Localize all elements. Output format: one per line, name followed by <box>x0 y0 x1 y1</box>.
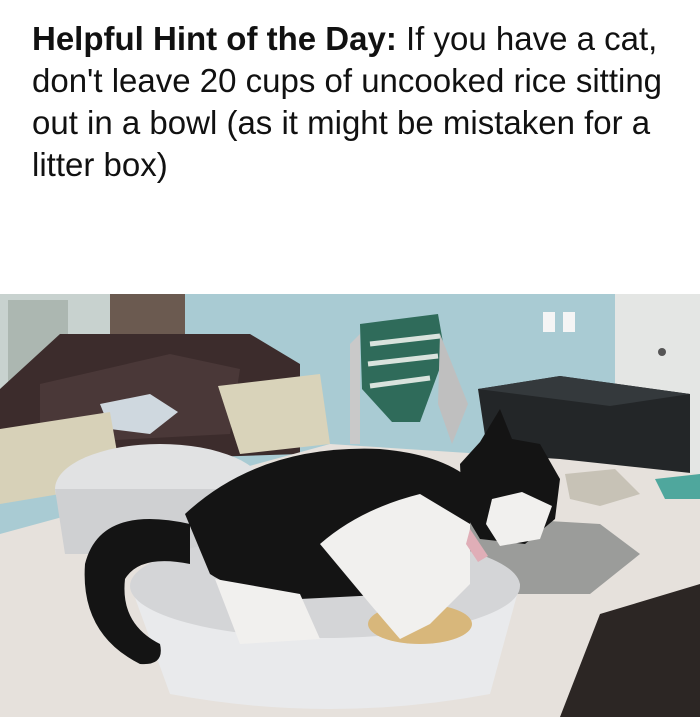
meme-caption: Helpful Hint of the Day: If you have a c… <box>32 18 672 186</box>
faucet <box>350 334 360 444</box>
photo-cat-in-rice-pot <box>0 294 700 717</box>
caption-lead: Helpful Hint of the Day: <box>32 20 397 57</box>
